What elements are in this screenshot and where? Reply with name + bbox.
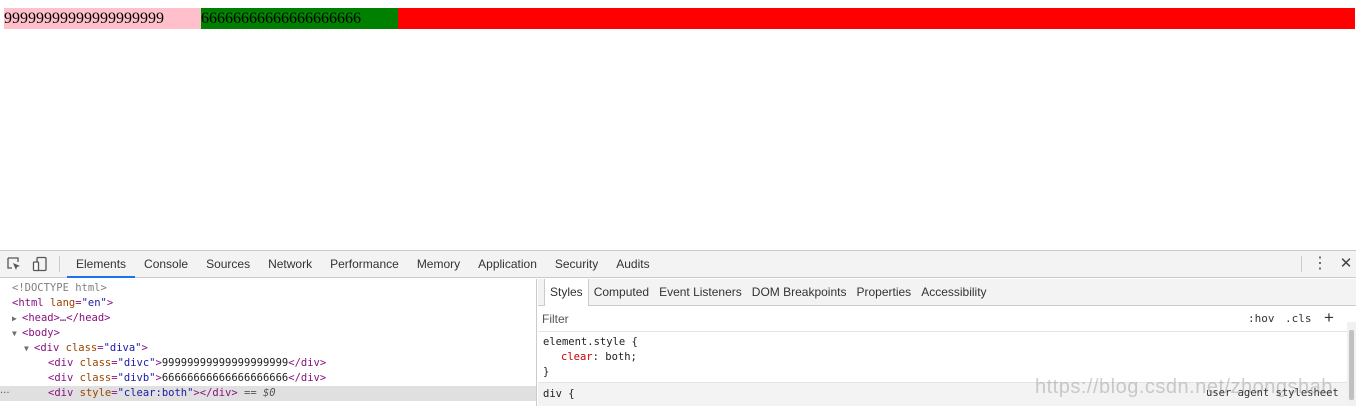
close-tag: </div> <box>288 357 327 369</box>
dom-node-diva[interactable]: ▼ <div class="diva"> <box>0 341 536 356</box>
property-value[interactable]: : both; <box>593 351 637 363</box>
device-toolbar-icon[interactable] <box>32 256 48 272</box>
inspect-element-icon[interactable] <box>6 256 22 272</box>
style-property[interactable]: clear: both; <box>561 350 637 365</box>
dom-node-divc[interactable]: <div class="divc">99999999999999999999</… <box>0 356 536 371</box>
tab-elements[interactable]: Elements <box>67 251 136 278</box>
sidebar-tabs: Styles Computed Event Listeners DOM Breakpo… <box>538 279 1356 306</box>
dom-node-html[interactable]: <html lang="en"> <box>0 296 536 311</box>
attr-value: "diva" <box>103 342 142 354</box>
toolbar-separator <box>1301 256 1302 272</box>
attr-name: class <box>79 372 112 384</box>
tag-end: > <box>106 297 114 309</box>
doctype-text: <!DOCTYPE html> <box>12 282 107 294</box>
styles-filter-input[interactable] <box>542 310 1222 328</box>
tag-name: <html <box>12 297 44 309</box>
tab-application[interactable]: Application <box>469 251 546 278</box>
dom-tree: <!DOCTYPE html> <html lang="en"> ▶ <head>… <box>0 279 537 406</box>
subtab-accessibility[interactable]: Accessibility <box>916 279 991 306</box>
subtab-computed[interactable]: Computed <box>589 279 654 306</box>
tab-network[interactable]: Network <box>259 251 321 278</box>
attr-value: "divc" <box>117 357 156 369</box>
tag-name: <div <box>48 357 74 369</box>
divc-box: 99999999999999999999 <box>4 8 201 29</box>
selected-marker: == $0 <box>244 387 276 399</box>
close-devtools-icon[interactable]: ✕ <box>1338 255 1354 273</box>
tab-memory[interactable]: Memory <box>408 251 469 278</box>
tab-security[interactable]: Security <box>546 251 607 278</box>
element-style-selector[interactable]: element.style { <box>543 335 638 350</box>
close-tag: </div> <box>288 372 327 384</box>
attr-value: "clear:both" <box>117 387 194 399</box>
subtab-properties[interactable]: Properties <box>851 279 916 306</box>
dom-node-head[interactable]: ▶ <head>…</head> <box>0 311 536 326</box>
head-tag: <head>…</head> <box>22 312 111 324</box>
tag-name: <div <box>48 372 74 384</box>
toolbar-separator <box>59 256 60 272</box>
styles-scrollbar-thumb[interactable] <box>1349 330 1354 400</box>
attr-name: lang <box>49 297 76 309</box>
collapse-triangle-icon[interactable]: ▼ <box>24 341 34 356</box>
tag-name: <div <box>48 387 74 399</box>
node-text: 99999999999999999999 <box>161 357 289 369</box>
attr-value: "divb" <box>117 372 156 384</box>
diva-container: 99999999999999999999 6666666666666666666… <box>4 8 1355 29</box>
subtab-styles[interactable]: Styles <box>544 279 589 306</box>
devtools-tabbar: Elements Console Sources Network Performance… <box>0 251 1356 278</box>
watermark: https://blog.csdn.net/zhongshab <box>1035 376 1333 398</box>
subtab-event-listeners[interactable]: Event Listeners <box>654 279 747 306</box>
tab-performance[interactable]: Performance <box>321 251 408 278</box>
more-dots-icon[interactable]: ... <box>0 385 10 396</box>
tab-audits[interactable]: Audits <box>607 251 658 278</box>
filter-row: :hov .cls + <box>538 306 1356 332</box>
dom-node-divb[interactable]: <div class="divb">66666666666666666666</… <box>0 371 536 386</box>
dom-node-body[interactable]: ▼ <body> <box>0 326 536 341</box>
attr-value: "en" <box>81 297 107 309</box>
main-tabs: Elements Console Sources Network Performance… <box>67 251 659 278</box>
tab-sources[interactable]: Sources <box>197 251 259 278</box>
more-options-icon[interactable]: ⋮ <box>1312 256 1328 272</box>
expand-triangle-icon[interactable]: ▶ <box>12 311 22 326</box>
page-viewport: 99999999999999999999 6666666666666666666… <box>0 0 1356 250</box>
tag-name: <div <box>34 342 60 354</box>
rule-close-brace: } <box>543 366 550 378</box>
divb-box: 66666666666666666666 <box>201 8 398 29</box>
close-tag: </div> <box>199 387 238 399</box>
body-tag: <body> <box>22 327 60 339</box>
collapse-triangle-icon[interactable]: ▼ <box>12 326 22 341</box>
property-name[interactable]: clear <box>561 351 593 363</box>
tab-console[interactable]: Console <box>135 251 197 278</box>
attr-name: class <box>79 357 112 369</box>
node-text: 66666666666666666666 <box>161 372 289 384</box>
subtab-dom-breakpoints[interactable]: DOM Breakpoints <box>747 279 852 306</box>
dom-node-clear-selected[interactable]: <div style="clear:both"></div> == $0 <box>0 386 536 401</box>
tag-end: > <box>141 342 148 354</box>
dom-node-doctype[interactable]: <!DOCTYPE html> <box>0 281 536 296</box>
attr-name: style <box>79 387 112 399</box>
div-rule-selector[interactable]: div { <box>543 387 575 402</box>
attr-name: class <box>65 342 98 354</box>
class-toggle-button[interactable]: .cls <box>1285 312 1312 325</box>
new-rule-button[interactable]: + <box>1324 308 1334 328</box>
hover-state-button[interactable]: :hov <box>1248 312 1275 325</box>
